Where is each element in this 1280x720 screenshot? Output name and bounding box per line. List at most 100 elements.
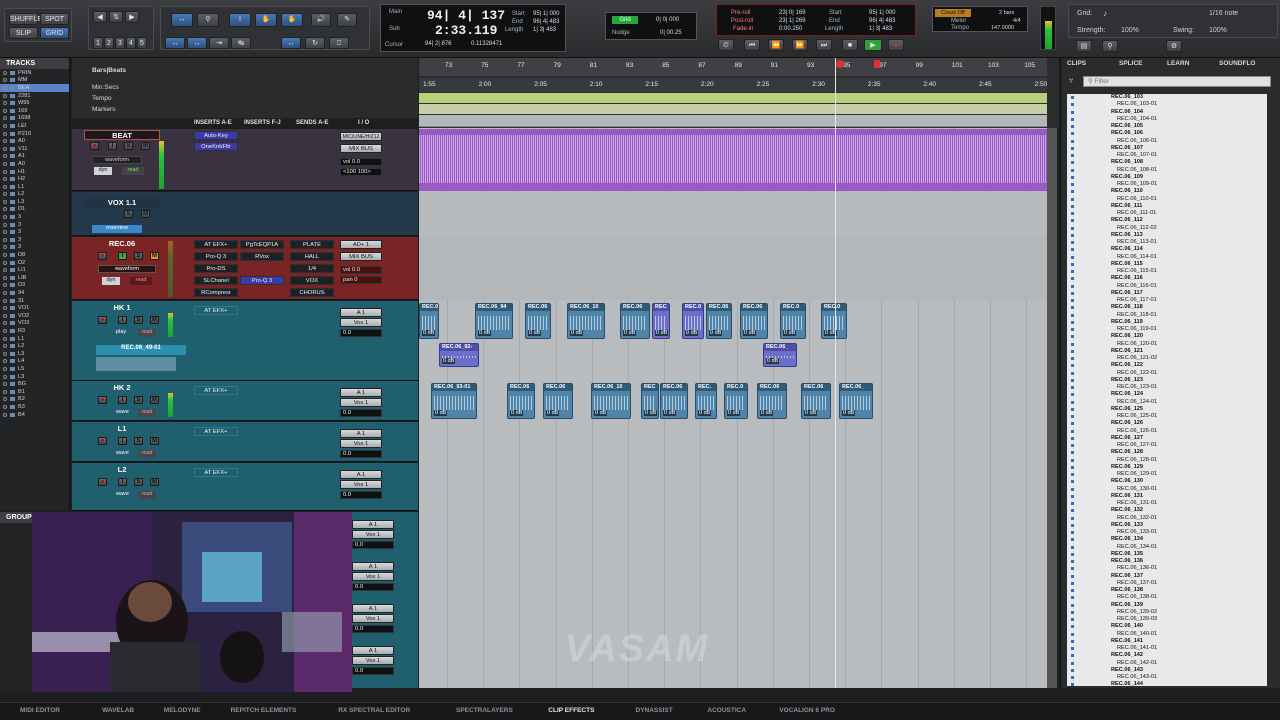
visibility-icon[interactable] — [3, 131, 7, 136]
record-enable-button[interactable]: ● — [98, 252, 107, 260]
selection-end-marker[interactable] — [874, 60, 880, 68]
visibility-icon[interactable] — [3, 177, 7, 182]
clip-list-item[interactable]: REC.06_127 — [1067, 435, 1267, 442]
insertion-follows-icon[interactable]: ↔ — [281, 37, 301, 49]
clip-list-item[interactable]: REC.06_138-01 — [1067, 594, 1267, 601]
clip-list-item[interactable]: REC.06_137-01 — [1067, 580, 1267, 587]
record-enable-button[interactable]: ● — [98, 316, 107, 324]
output-selector[interactable]: Vox 1 — [340, 398, 382, 407]
visibility-icon[interactable] — [3, 253, 7, 258]
track-list-item[interactable]: L1 — [0, 335, 69, 343]
volume-readout[interactable]: 0.0 — [340, 491, 382, 499]
track-list-item[interactable]: 1698 — [0, 115, 69, 123]
zoom-tool-icon[interactable]: ⚲ — [197, 13, 219, 27]
clip-list-item[interactable]: REC.06_106 — [1067, 130, 1267, 137]
clip-list-item[interactable]: REC.06_121 — [1067, 348, 1267, 355]
clip-gain[interactable]: 0 dB — [663, 410, 677, 416]
tempo-ruler[interactable] — [419, 93, 1047, 103]
fast-forward-icon[interactable]: ⏩ — [792, 39, 808, 51]
return-to-zero-icon[interactable]: ⏮ — [744, 39, 760, 51]
clip-list-item[interactable]: REC.06_127-01 — [1067, 442, 1267, 449]
insert-slot[interactable]: AT EFX+ — [194, 240, 238, 249]
clip-list-item[interactable]: REC.06_119-01 — [1067, 326, 1267, 333]
audio-clip[interactable]: REC.0 0 dB — [724, 383, 748, 419]
clip-list-item[interactable]: REC.06_132 — [1067, 507, 1267, 514]
track-view-selector[interactable]: wave — [116, 409, 134, 415]
clip-gain[interactable]: 0 dB — [698, 410, 712, 416]
track-list-item[interactable]: BG — [0, 380, 69, 388]
track-view-selector[interactable]: waveform — [98, 265, 156, 273]
visibility-icon[interactable] — [3, 184, 7, 189]
input-monitor-button[interactable]: I — [118, 437, 127, 445]
insert-slot[interactable]: AT EFX+ — [194, 306, 238, 315]
track-name[interactable]: VOX 1.1 — [84, 198, 160, 208]
clip-list-item[interactable]: REC.06_139-03 — [1067, 616, 1267, 623]
main-counter[interactable]: 94| 4| 137 — [427, 8, 505, 23]
tab-splice[interactable]: SPLICE — [1119, 60, 1142, 70]
visibility-icon[interactable] — [3, 260, 7, 265]
clip-gain[interactable]: 0 dB — [804, 410, 818, 416]
volume-readout[interactable]: 0.0 — [340, 409, 382, 417]
clip-list-item[interactable]: REC.06_144 — [1067, 681, 1267, 686]
input-selector[interactable]: AD+ 1 — [340, 240, 382, 249]
track-list-item[interactable]: L2 — [0, 191, 69, 199]
grabber-tool-icon[interactable]: ✋ — [255, 13, 277, 27]
waveform-zoom-icon[interactable]: ⇅ — [109, 11, 123, 23]
automation-mode[interactable]: read — [130, 277, 152, 285]
visibility-icon[interactable] — [3, 374, 7, 379]
start-value[interactable]: 95| 1| 000 — [533, 11, 559, 17]
mute-button[interactable]: M — [141, 210, 150, 218]
audio-clip[interactable]: REC.06 0 dB — [660, 383, 688, 419]
visibility-icon[interactable] — [3, 230, 7, 235]
clip-list-item[interactable]: REC.06_125 — [1067, 406, 1267, 413]
output-selector[interactable]: Vox 1 — [340, 439, 382, 448]
visibility-icon[interactable] — [3, 161, 7, 166]
clip-gain[interactable]: 0 dB — [594, 410, 608, 416]
volume-readout[interactable]: 0.0 — [352, 667, 394, 675]
clip-list-item[interactable]: REC.06_137 — [1067, 573, 1267, 580]
track-list-item[interactable]: 31 — [0, 297, 69, 305]
clip-list-item[interactable]: REC.06_109-01 — [1067, 181, 1267, 188]
track-list-item[interactable]: 3 — [0, 236, 69, 244]
clip-list-item[interactable]: REC.06_106-01 — [1067, 138, 1267, 145]
preroll-value[interactable]: 23| 0| 169 — [779, 10, 805, 16]
input-selector[interactable]: A 1 — [340, 470, 382, 479]
track-list-item[interactable]: 3 — [0, 244, 69, 252]
audio-clip[interactable]: REC.0 0 dB — [780, 303, 806, 339]
track-list-item[interactable]: LI1 — [0, 266, 69, 274]
output-selector[interactable]: Vox 1 — [352, 530, 394, 539]
trim-tool-icon[interactable]: ↔ — [171, 13, 193, 27]
tab-clips[interactable]: CLIPS — [1067, 60, 1086, 70]
visibility-icon[interactable] — [3, 108, 7, 113]
audio-clip[interactable]: REC.06 0 dB — [801, 383, 831, 419]
playhead-cursor[interactable] — [835, 58, 836, 688]
visibility-icon[interactable] — [3, 412, 7, 417]
playlist-name[interactable]: REC.06_49-01 — [96, 345, 186, 355]
audio-clip[interactable]: REC.06_92- 0 dB — [439, 343, 479, 367]
track-list-item[interactable]: P210 — [0, 130, 69, 138]
visibility-icon[interactable] — [3, 366, 7, 371]
visibility-icon[interactable] — [3, 382, 7, 387]
playlist-view[interactable]: play — [116, 329, 134, 337]
bars-beats-ruler[interactable]: 73 75 77 79 81 83 85 87 89 91 93 95 97 99 101 103 105 — [419, 58, 1047, 76]
clip-list-item[interactable]: REC.06_133 — [1067, 522, 1267, 529]
clip-list-item[interactable]: REC.06_108-01 — [1067, 167, 1267, 174]
visibility-icon[interactable] — [3, 169, 7, 174]
clip-list-item[interactable]: REC.06_124 — [1067, 391, 1267, 398]
clip-list-item[interactable]: REC.06_115-01 — [1067, 268, 1267, 275]
track-view-selector[interactable]: wave — [116, 491, 134, 497]
clip-list-item[interactable]: REC.06_131 — [1067, 493, 1267, 500]
pan-readout[interactable]: pan 0 — [340, 276, 382, 284]
track-view-selector[interactable]: wave — [116, 450, 134, 456]
audio-clip[interactable]: REC.06 0 dB — [757, 383, 787, 419]
visibility-icon[interactable] — [3, 298, 7, 303]
pan-readout[interactable]: <100 100> — [340, 168, 382, 176]
mute-button[interactable]: M — [141, 142, 150, 150]
zoom-preset-4[interactable]: 4 — [126, 37, 136, 49]
strength-value[interactable]: 100% — [1121, 27, 1139, 34]
insert-slot[interactable]: RCompresr — [194, 288, 238, 297]
mute-button[interactable]: M — [150, 396, 159, 404]
swing-value[interactable]: 100% — [1209, 27, 1227, 34]
zoom-out-icon[interactable]: ◀ — [93, 11, 107, 23]
audio-clip[interactable]: REC.0 0 dB — [682, 303, 704, 339]
